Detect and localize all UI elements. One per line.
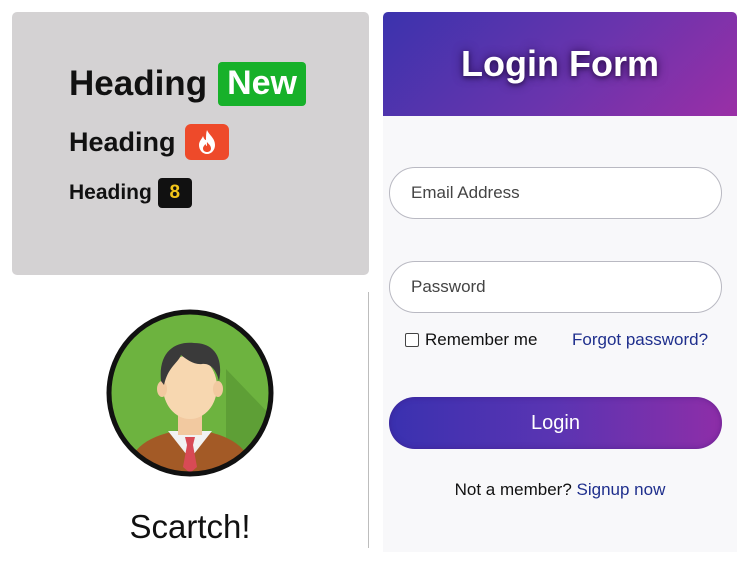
- login-title: Login Form: [461, 43, 659, 84]
- signup-row: Not a member? Signup now: [383, 480, 737, 500]
- login-button[interactable]: Login: [389, 397, 722, 449]
- forgot-password-link[interactable]: Forgot password?: [572, 330, 708, 350]
- signup-link[interactable]: Signup now: [577, 480, 666, 499]
- login-form: Login Form Remember me Forgot password? …: [383, 12, 737, 552]
- signup-prompt: Not a member?: [454, 480, 577, 499]
- email-field[interactable]: [389, 167, 722, 219]
- heading-row-1: Heading New: [69, 62, 306, 106]
- remember-checkbox[interactable]: [405, 333, 419, 347]
- remember-me[interactable]: Remember me: [405, 330, 537, 350]
- heading-badges-card: Heading New Heading Heading 8: [12, 12, 369, 275]
- fire-icon: [198, 130, 215, 154]
- remember-label: Remember me: [425, 330, 538, 349]
- heading-row-3: Heading 8: [69, 178, 192, 208]
- profile-caption: Scartch!: [129, 508, 251, 545]
- heading-2-text: Heading: [69, 126, 176, 157]
- user-avatar-icon: [106, 309, 274, 477]
- login-header: Login Form: [383, 12, 737, 116]
- password-field[interactable]: [389, 261, 722, 313]
- heading-1-text: Heading: [69, 64, 208, 103]
- fire-badge: [184, 124, 229, 160]
- heading-row-2: Heading: [69, 124, 229, 160]
- vertical-divider: [368, 292, 369, 548]
- new-badge: New: [218, 62, 306, 106]
- count-badge: 8: [157, 178, 192, 208]
- avatar: [106, 309, 274, 477]
- heading-3-text: Heading: [69, 181, 152, 204]
